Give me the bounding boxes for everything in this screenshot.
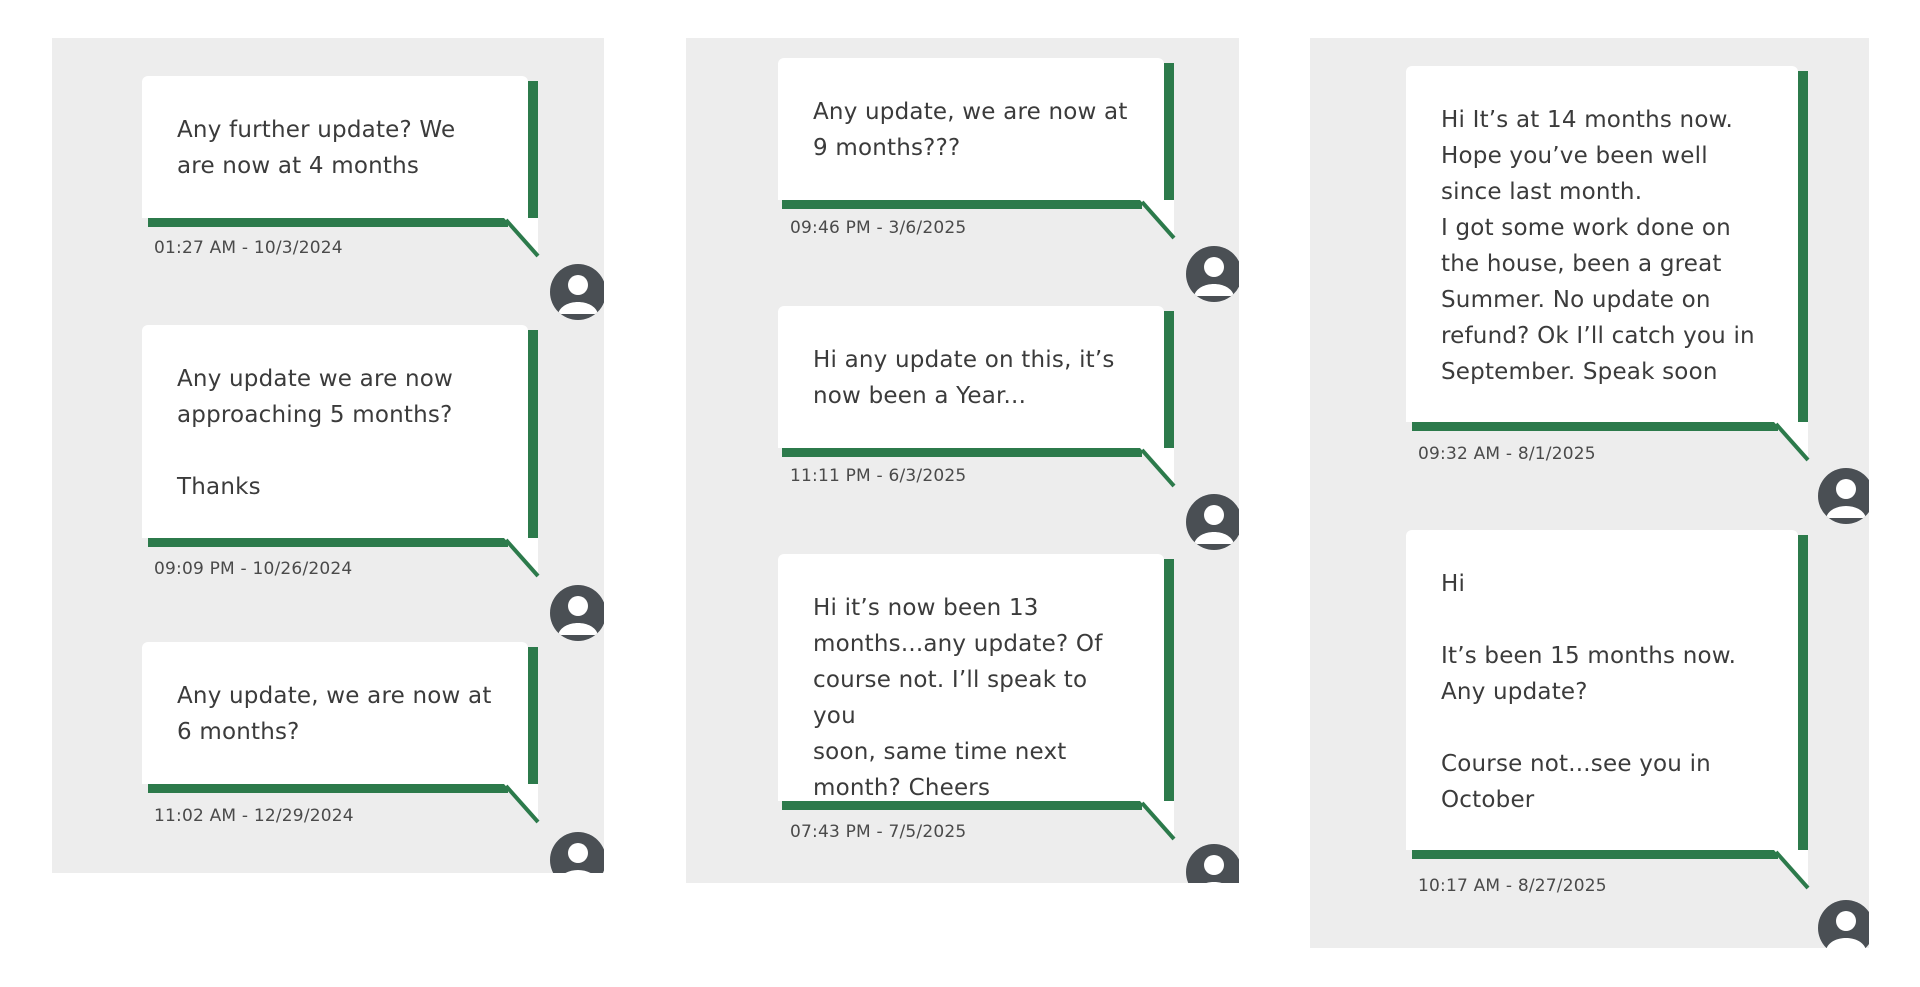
user-avatar-icon — [1186, 494, 1239, 550]
message-timestamp: 09:46 PM - 3/6/2025 — [790, 218, 967, 238]
user-avatar-icon — [550, 585, 604, 641]
message-bubble: Hi It’s been 15 months now. Any update? … — [1406, 530, 1798, 850]
bubble-accent-bottom — [1412, 850, 1778, 859]
message-bubble: Hi any update on this, it’s now been a Y… — [778, 306, 1164, 448]
user-avatar-icon — [1818, 468, 1869, 524]
message-timestamp: 11:02 AM - 12/29/2024 — [154, 806, 354, 826]
bubble-accent-right — [528, 647, 538, 789]
bubble-accent-right — [528, 330, 538, 543]
bubble-tail — [1140, 801, 1176, 841]
message-timestamp: 01:27 AM - 10/3/2024 — [154, 238, 343, 258]
bubble-tail — [1140, 448, 1176, 488]
bubble-tail — [504, 218, 540, 258]
message-history-screenshots: Any further update? We are now at 4 mont… — [0, 0, 1920, 987]
bubble-accent-bottom — [782, 448, 1142, 457]
bubble-accent-bottom — [148, 218, 508, 227]
message-bubble: Any update, we are now at 6 months? — [142, 642, 528, 784]
user-avatar-icon — [1186, 844, 1239, 883]
message-timestamp: 07:43 PM - 7/5/2025 — [790, 822, 967, 842]
message-timestamp: 11:11 PM - 6/3/2025 — [790, 466, 967, 486]
bubble-accent-right — [1164, 559, 1174, 806]
user-avatar-icon — [550, 832, 604, 873]
bubble-tail — [1140, 200, 1176, 240]
chat-panel-1: Any further update? We are now at 4 mont… — [52, 38, 604, 873]
bubble-accent-right — [1798, 71, 1808, 427]
message-bubble: Hi It’s at 14 months now. Hope you’ve be… — [1406, 66, 1798, 422]
chat-panel-2: Any update, we are now at 9 months??? 09… — [686, 38, 1239, 883]
bubble-tail — [504, 784, 540, 824]
user-avatar-icon — [1818, 900, 1869, 948]
user-avatar-icon — [550, 264, 604, 320]
message-timestamp: 09:09 PM - 10/26/2024 — [154, 559, 353, 579]
bubble-accent-bottom — [782, 200, 1142, 209]
bubble-accent-right — [1164, 311, 1174, 453]
bubble-accent-bottom — [148, 538, 508, 547]
message-bubble: Any further update? We are now at 4 mont… — [142, 76, 528, 218]
user-avatar-icon — [1186, 246, 1239, 302]
bubble-tail — [1774, 850, 1810, 890]
bubble-accent-bottom — [782, 801, 1142, 810]
message-timestamp: 10:17 AM - 8/27/2025 — [1418, 876, 1607, 896]
bubble-accent-right — [1798, 535, 1808, 855]
bubble-accent-right — [1164, 63, 1174, 205]
bubble-accent-bottom — [148, 784, 508, 793]
message-bubble: Any update, we are now at 9 months??? — [778, 58, 1164, 200]
chat-panel-3: Hi It’s at 14 months now. Hope you’ve be… — [1310, 38, 1869, 948]
bubble-tail — [504, 538, 540, 578]
bubble-tail — [1774, 422, 1810, 462]
bubble-accent-right — [528, 81, 538, 223]
message-timestamp: 09:32 AM - 8/1/2025 — [1418, 444, 1596, 464]
message-bubble: Any update we are now approaching 5 mont… — [142, 325, 528, 538]
bubble-accent-bottom — [1412, 422, 1778, 431]
message-bubble: Hi it’s now been 13 months...any update?… — [778, 554, 1164, 801]
